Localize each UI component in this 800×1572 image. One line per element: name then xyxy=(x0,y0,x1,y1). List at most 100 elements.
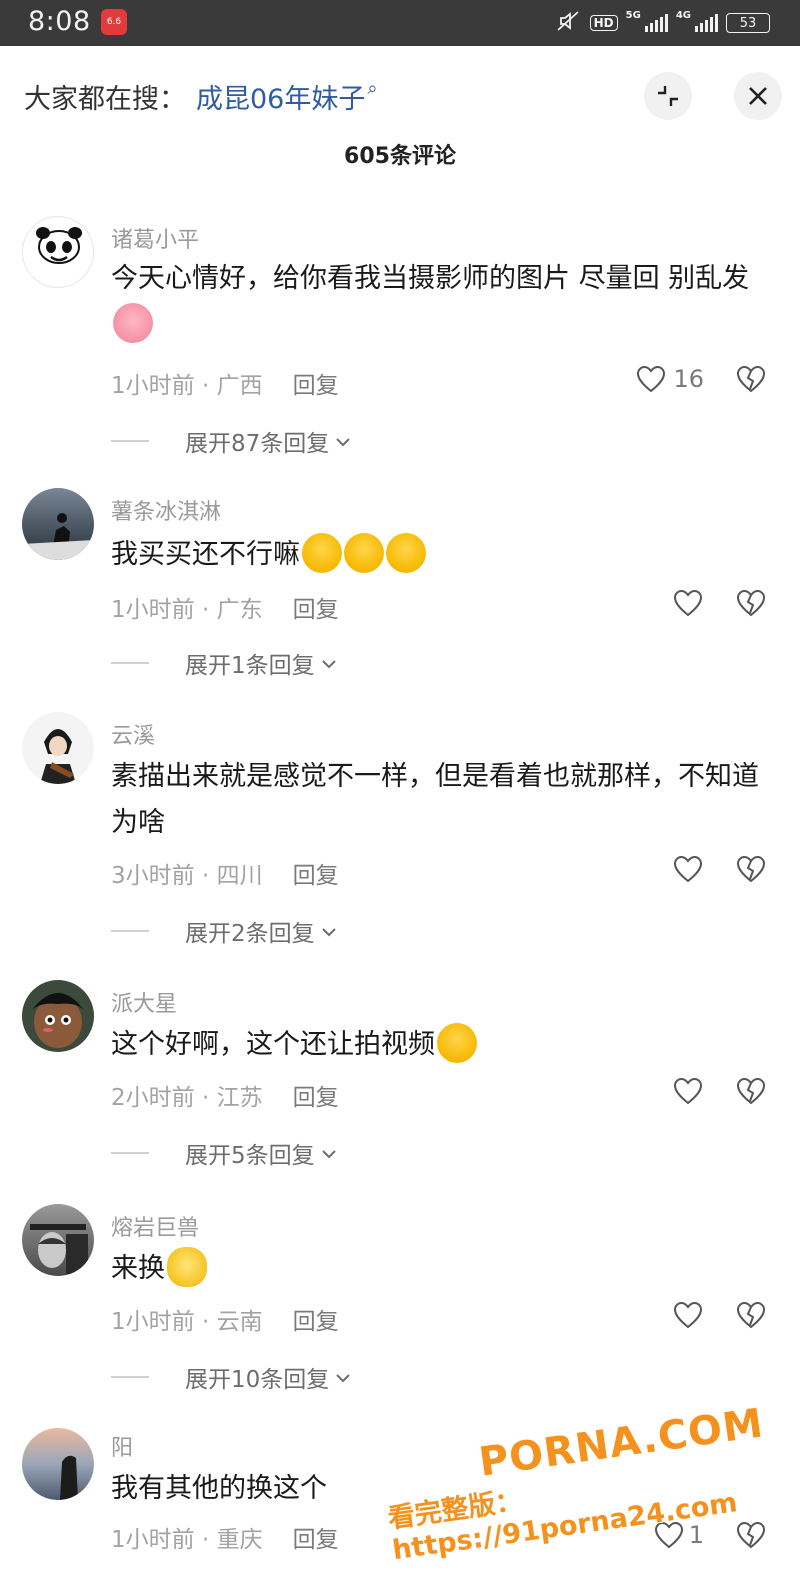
heart-icon xyxy=(673,855,703,883)
broken-heart-icon xyxy=(736,1077,766,1105)
reply-button[interactable]: 回复 xyxy=(293,597,339,623)
comment-username[interactable]: 熔岩巨兽 xyxy=(111,1210,199,1242)
reply-button[interactable]: 回复 xyxy=(293,1085,339,1111)
comment-text-content: 素描出来就是感觉不一样，但是看着也就那样，不知道为啥 xyxy=(111,761,759,838)
comment-location: 四川 xyxy=(216,863,263,889)
like-button[interactable] xyxy=(624,1074,704,1108)
avatar[interactable] xyxy=(22,980,94,1052)
chevron-down-icon xyxy=(335,432,351,451)
dislike-button[interactable] xyxy=(734,362,768,396)
fist-emoji-icon xyxy=(167,1246,207,1287)
chevron-down-icon xyxy=(321,922,337,941)
status-bar: 8:08 6.6 HD 5G 4G 53 xyxy=(0,0,800,46)
dislike-button[interactable] xyxy=(734,1074,768,1108)
close-icon xyxy=(749,87,767,105)
comment-username[interactable]: 派大星 xyxy=(111,986,177,1018)
comment-meta: 1小时前 · 广西 回复 xyxy=(111,373,339,399)
network-4g-label: 4G xyxy=(675,10,691,21)
like-button[interactable] xyxy=(624,1298,704,1332)
like-button[interactable]: 16 xyxy=(604,362,704,396)
reply-button[interactable]: 回复 xyxy=(293,1527,339,1553)
comment-text-content: 我有其他的换这个 xyxy=(111,1473,327,1504)
dislike-button[interactable] xyxy=(734,1518,768,1552)
dislike-button[interactable] xyxy=(734,1298,768,1332)
avatar[interactable] xyxy=(22,216,94,288)
like-button[interactable] xyxy=(624,852,704,886)
comment-time: 1小时前 xyxy=(111,597,195,623)
close-button[interactable] xyxy=(734,72,782,120)
avatar[interactable] xyxy=(22,488,94,560)
trending-search-term[interactable]: 成昆06年妹子 xyxy=(196,77,365,116)
comment-text: 我买买还不行嘛 xyxy=(111,532,776,578)
avatar[interactable] xyxy=(22,1428,94,1500)
status-time: 8:08 xyxy=(28,6,91,37)
collapse-icon xyxy=(658,86,678,106)
comment-text: 来换 xyxy=(111,1246,776,1292)
expand-replies-button[interactable]: 展开2条回复 xyxy=(111,914,337,948)
crying-emoji-icon xyxy=(437,1022,477,1063)
comment-location: 云南 xyxy=(216,1309,263,1335)
comment-meta: 1小时前 · 广东 回复 xyxy=(111,597,339,623)
comment-text: 素描出来就是感觉不一样，但是看着也就那样，不知道为啥 xyxy=(111,754,776,846)
heart-icon xyxy=(673,1301,703,1329)
expand-replies-label: 展开2条回复 xyxy=(185,921,315,947)
comment-text-content: 今天心情好，给你看我当摄影师的图片 尽量回 别乱发 xyxy=(111,263,750,294)
comment-location: 江苏 xyxy=(216,1085,263,1111)
crying-emoji-icon xyxy=(386,532,426,573)
like-button[interactable] xyxy=(624,586,704,620)
trending-search[interactable]: 大家都在搜： 成昆06年妹子 ⌕ xyxy=(24,76,377,116)
expand-replies-button[interactable]: 展开10条回复 xyxy=(111,1360,351,1394)
comment-time: 1小时前 xyxy=(111,1309,195,1335)
heart-icon xyxy=(673,1077,703,1105)
collapse-button[interactable] xyxy=(644,72,692,120)
comment-text-content: 这个好啊，这个还让拍视频 xyxy=(111,1029,435,1060)
dislike-button[interactable] xyxy=(734,586,768,620)
like-count: 1 xyxy=(688,1521,704,1549)
mute-icon xyxy=(556,10,582,36)
chevron-down-icon xyxy=(321,1144,337,1163)
avatar[interactable] xyxy=(22,1204,94,1276)
comment-location: 广东 xyxy=(216,597,263,623)
comment-meta: 2小时前 · 江苏 回复 xyxy=(111,1085,339,1111)
avatar[interactable] xyxy=(22,712,94,784)
system-indicators: HD 5G 4G 53 xyxy=(556,10,770,36)
comments-count-title: 605条评论 xyxy=(344,144,456,169)
comment-text: 这个好啊，这个还让拍视频 xyxy=(111,1022,776,1068)
comment-username[interactable]: 诸葛小平 xyxy=(111,222,199,254)
expand-divider xyxy=(111,930,149,932)
expand-replies-label: 展开5条回复 xyxy=(185,1143,315,1169)
heart-icon xyxy=(637,365,666,393)
broken-heart-icon xyxy=(736,855,766,883)
expand-replies-button[interactable]: 展开87条回复 xyxy=(111,424,351,458)
expand-replies-button[interactable]: 展开1条回复 xyxy=(111,646,337,680)
reply-button[interactable]: 回复 xyxy=(293,373,339,399)
comment-time: 1小时前 xyxy=(111,373,195,399)
comment-username[interactable]: 云溪 xyxy=(111,718,155,750)
crying-emoji-icon xyxy=(302,532,342,573)
comment-meta: 1小时前 · 云南 回复 xyxy=(111,1309,339,1335)
broken-heart-icon xyxy=(736,365,766,393)
trending-search-prefix: 大家都在搜： xyxy=(24,83,186,115)
comment-location: 重庆 xyxy=(216,1527,263,1553)
like-count: 16 xyxy=(673,365,704,393)
expand-replies-label: 展开87条回复 xyxy=(185,431,330,457)
reply-button[interactable]: 回复 xyxy=(293,1309,339,1335)
battery-icon: 53 xyxy=(726,13,770,33)
comment-time: 1小时前 xyxy=(111,1527,195,1553)
app-notification-icon: 6.6 xyxy=(101,9,127,35)
expand-replies-button[interactable]: 展开5条回复 xyxy=(111,1136,337,1170)
search-icon: ⌕ xyxy=(367,77,378,99)
signal-5g-icon xyxy=(644,14,668,32)
comment-username[interactable]: 薯条冰淇淋 xyxy=(111,494,221,526)
dislike-button[interactable] xyxy=(734,852,768,886)
comment-time: 2小时前 xyxy=(111,1085,195,1111)
broken-heart-icon xyxy=(736,589,766,617)
heart-icon xyxy=(673,589,703,617)
comment-location: 广西 xyxy=(216,373,263,399)
expand-divider xyxy=(111,1376,149,1378)
comment-username[interactable]: 阳 xyxy=(111,1430,133,1462)
expand-divider xyxy=(111,662,149,664)
expand-divider xyxy=(111,1152,149,1154)
reply-button[interactable]: 回复 xyxy=(293,863,339,889)
expand-divider xyxy=(111,440,149,442)
